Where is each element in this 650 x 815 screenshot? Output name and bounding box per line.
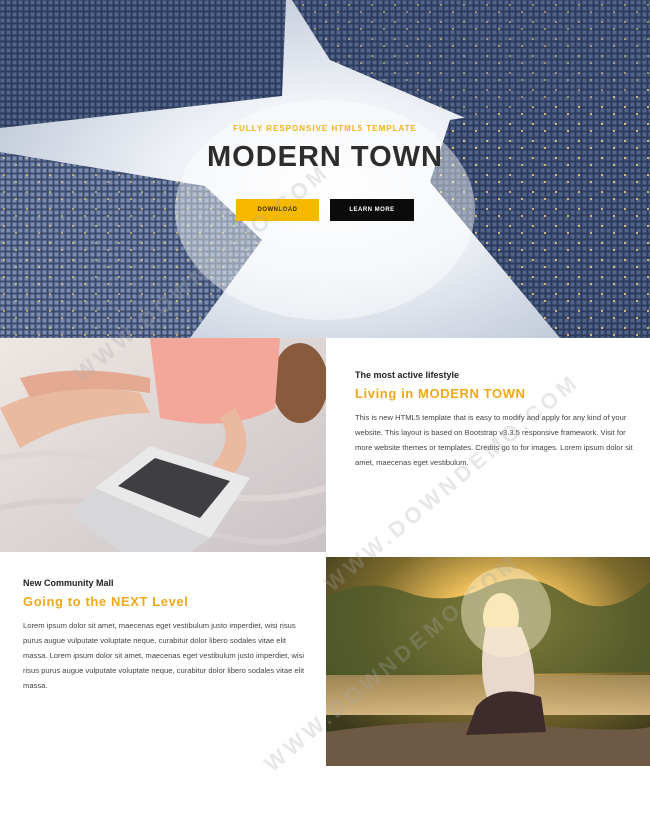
community-mall-paragraph: Lorem ipsum dolor sit amet, maecenas ege… (23, 621, 305, 690)
lifestyle-text-block: The most active lifestyle Living in MODE… (355, 370, 635, 470)
sunset-lake-photo (326, 557, 650, 766)
lifestyle-kicker: The most active lifestyle (355, 370, 460, 380)
lifestyle-heading: Living in MODERN TOWN (355, 386, 526, 401)
hero-subtitle: FULLY RESPONSIVE HTML5 TEMPLATE (233, 124, 417, 133)
learn-more-button[interactable]: LEARN MORE (330, 199, 414, 221)
community-mall-heading: Going to the NEXT Level (23, 594, 189, 609)
community-mall-kicker: New Community Mall (23, 578, 114, 588)
community-mall-text-block: New Community Mall Going to the NEXT Lev… (23, 578, 308, 693)
laptop-lifestyle-photo (0, 338, 326, 552)
download-button[interactable]: DOWNLOAD (236, 199, 319, 221)
lifestyle-paragraph: This is new HTML5 template that is easy … (355, 413, 633, 467)
hero-banner: FULLY RESPONSIVE HTML5 TEMPLATE MODERN T… (0, 0, 650, 338)
hero-title: MODERN TOWN (206, 141, 443, 173)
